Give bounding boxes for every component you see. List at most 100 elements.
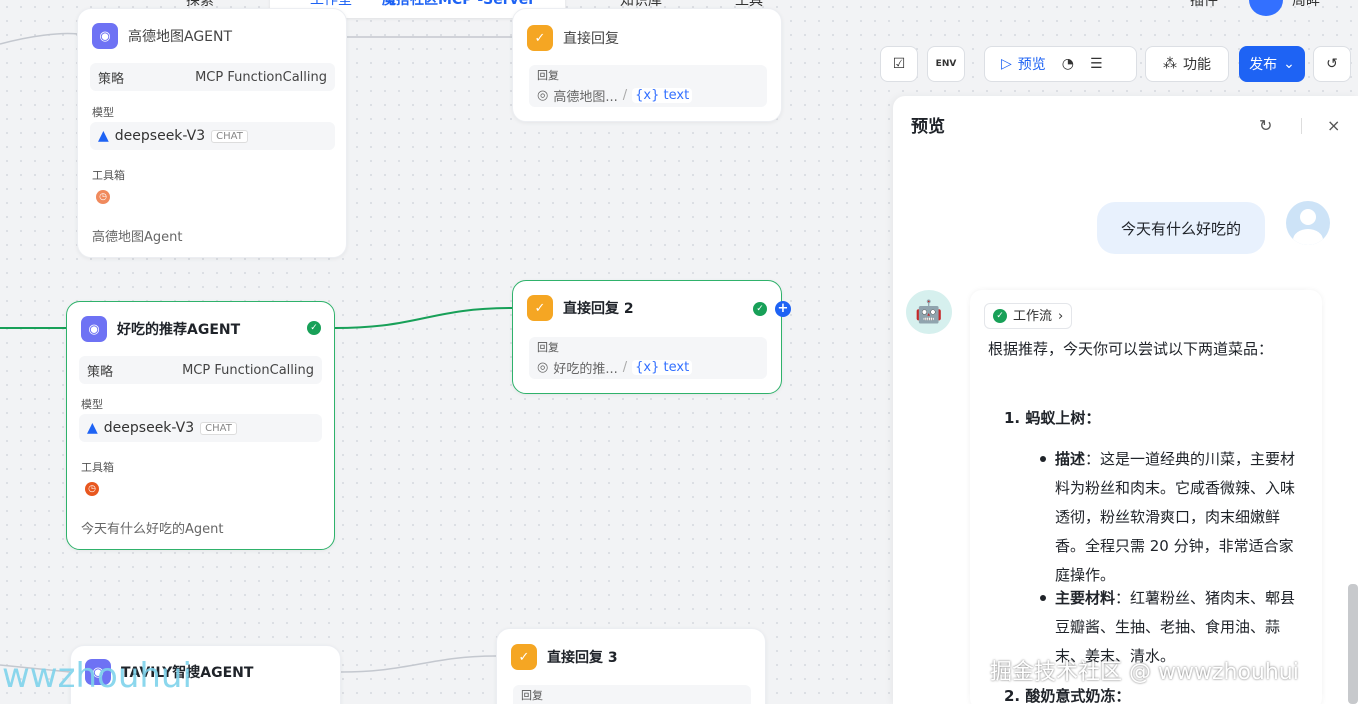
dish-1-desc: 描述：这是一道经典的川菜，主要材料为粉丝和肉末。它咸香微辣、入味透彻，粉丝软滑爽… (1055, 445, 1305, 590)
deepseek-icon: ▲ (98, 128, 109, 144)
workflow-label: 工作流 (1013, 308, 1053, 324)
desc-label: 描述 (1055, 450, 1086, 468)
log-list-icon[interactable]: ☰ (1090, 56, 1103, 72)
watermark-right: 掘金技术社区 @ wwwzhouhui (990, 660, 1299, 685)
deepseek-icon: ▲ (87, 420, 98, 436)
node-header: ✓ 直接回复 (527, 25, 619, 51)
nav-plugin[interactable]: 插件 (1190, 0, 1218, 10)
success-check-icon: ✓ (307, 321, 321, 335)
reply-var: {x} text (632, 360, 693, 375)
chevron-down-icon: ⌄ (1283, 56, 1295, 72)
success-check-icon: ✓ (753, 302, 767, 316)
user-message: 今天有什么好吃的 (1097, 202, 1265, 254)
strategy-label: 策略 (98, 71, 125, 87)
check-list-icon: ☑ (892, 56, 906, 72)
reply-label: 回复 (537, 341, 559, 354)
agent-ref-icon: ◎ (537, 360, 549, 375)
chevron-right-icon: › (1058, 308, 1064, 324)
history-run-icon[interactable]: ◔ (1062, 56, 1074, 72)
node-title: 直接回复 2 (563, 301, 634, 317)
desc-text: ：这是一道经典的川菜，主要材料为粉丝和肉末。它咸香微辣、入味透彻，粉丝软滑爽口，… (1055, 450, 1296, 584)
nav-project: 魔搭社区MCP -Server (382, 0, 536, 8)
play-icon: ▷ (1001, 56, 1012, 72)
strategy-value: MCP FunctionCalling (195, 69, 327, 85)
node-reply-3[interactable]: ✓ 直接回复 3 回复 (496, 628, 766, 704)
close-icon[interactable]: × (1327, 116, 1340, 135)
user-message-text: 今天有什么好吃的 (1120, 219, 1241, 238)
refresh-icon[interactable]: ↻ (1259, 116, 1272, 135)
history-icon: ↺ (1326, 56, 1338, 72)
bot-avatar: 🤖 (906, 290, 952, 334)
preview-panel: 预览 ↻ × 今天有什么好吃的 🤖 ✓ 工作流 › 根据推荐，今天你可以尝试以下… (893, 96, 1358, 704)
model-name: deepseek-V3 (114, 128, 206, 144)
tool-icon: ◷ (96, 190, 110, 204)
strategy-label: 策略 (87, 364, 114, 380)
bot-message: ✓ 工作流 › 根据推荐，今天你可以尝试以下两道菜品： 1. 蚂蚁上树： 描述：… (970, 290, 1322, 704)
success-check-icon: ✓ (993, 309, 1007, 323)
agent-icon: ◉ (92, 23, 118, 49)
dish-1-title: 1. 蚂蚁上树： (1004, 409, 1101, 427)
tools-label: 工具箱 (81, 461, 114, 474)
user-avatar[interactable] (1249, 0, 1283, 16)
model-label: 模型 (81, 398, 103, 411)
node-food-agent[interactable]: ◉ 好吃的推荐AGENT ✓ 策略 MCP FunctionCalling 模型… (66, 301, 335, 550)
agent-icon: ◉ (81, 316, 107, 342)
publish-button[interactable]: 发布 ⌄ (1239, 46, 1305, 82)
tool-icon: ◷ (85, 482, 99, 496)
reply-source: 好吃的推... (553, 362, 618, 377)
node-header: ✓ 直接回复 3 (511, 644, 618, 670)
strategy-row: 策略 MCP FunctionCalling (90, 63, 335, 91)
tools-label: 工具箱 (92, 169, 125, 182)
ing-label: 主要材料 (1055, 589, 1116, 607)
divider (1301, 118, 1302, 134)
reply-icon: ✓ (527, 295, 553, 321)
node-desc: 高德地图Agent (92, 230, 183, 245)
version-history-button[interactable]: ↺ (1313, 46, 1351, 82)
reply-source: 高德地图... (553, 90, 618, 105)
model-row: ▲ deepseek-V3 CHAT (90, 122, 335, 150)
agent-ref-icon: ◎ (537, 88, 549, 103)
node-reply-1[interactable]: ✓ 直接回复 回复 ◎ 高德地图... / {x} text (512, 8, 782, 122)
add-node-plus-icon[interactable]: + (775, 301, 791, 317)
feature-button[interactable]: ⁂ 功能 (1145, 46, 1229, 82)
chat-badge: CHAT (211, 129, 248, 143)
publish-label: 发布 (1249, 57, 1278, 73)
user-name[interactable]: 周眸 (1292, 0, 1320, 10)
node-title: 直接回复 3 (547, 650, 618, 666)
feature-label: 功能 (1183, 57, 1211, 73)
chat-badge: CHAT (200, 421, 237, 435)
preview-button[interactable]: 预览 (1018, 54, 1046, 74)
panel-title: 预览 (911, 117, 945, 137)
node-header: ◉ 好吃的推荐AGENT (81, 316, 240, 342)
model-label: 模型 (92, 106, 114, 119)
workflow-chip[interactable]: ✓ 工作流 › (984, 303, 1073, 329)
feature-icon: ⁂ (1163, 56, 1177, 72)
node-title: 直接回复 (563, 31, 619, 47)
strategy-value: MCP FunctionCalling (182, 362, 314, 378)
reply-label: 回复 (537, 69, 559, 82)
reply-var: {x} text (632, 88, 693, 103)
node-amap-agent[interactable]: ◉ 高德地图AGENT 策略 MCP FunctionCalling 模型 ▲ … (77, 8, 347, 258)
node-header: ◉ 高德地图AGENT (92, 23, 232, 49)
node-title: 高德地图AGENT (128, 29, 233, 45)
reply-icon: ✓ (511, 644, 537, 670)
env-icon: ENV (935, 59, 957, 69)
node-title: 好吃的推荐AGENT (117, 322, 241, 338)
robot-icon: 🤖 (915, 299, 943, 325)
reply-icon: ✓ (527, 25, 553, 51)
node-desc: 今天有什么好吃的Agent (81, 522, 224, 537)
node-header: ✓ 直接回复 2 (527, 295, 634, 321)
watermark-left: wwzhouhui (2, 656, 192, 696)
check-toolbar-button[interactable]: ☑ (880, 46, 918, 82)
node-reply-2[interactable]: ✓ 直接回复 2 ✓ + 回复 ◎ 好吃的推... / {x} text (512, 280, 791, 394)
reply-box: 回复 ◎ 高德地图... / {x} text (529, 65, 767, 107)
reply-box: 回复 (513, 685, 751, 704)
reply-box: 回复 ◎ 好吃的推... / {x} text (529, 337, 767, 379)
model-name: deepseek-V3 (103, 420, 195, 436)
env-toolbar-button[interactable]: ENV (927, 46, 965, 82)
page-scrollbar[interactable] (1348, 584, 1358, 704)
reply-label: 回复 (521, 689, 543, 702)
strategy-row: 策略 MCP FunctionCalling (79, 356, 322, 384)
message-intro: 根据推荐，今天你可以尝试以下两道菜品： (988, 340, 1274, 358)
preview-toolbar-group: ▷ 预览 ◔ ☰ (984, 46, 1137, 82)
